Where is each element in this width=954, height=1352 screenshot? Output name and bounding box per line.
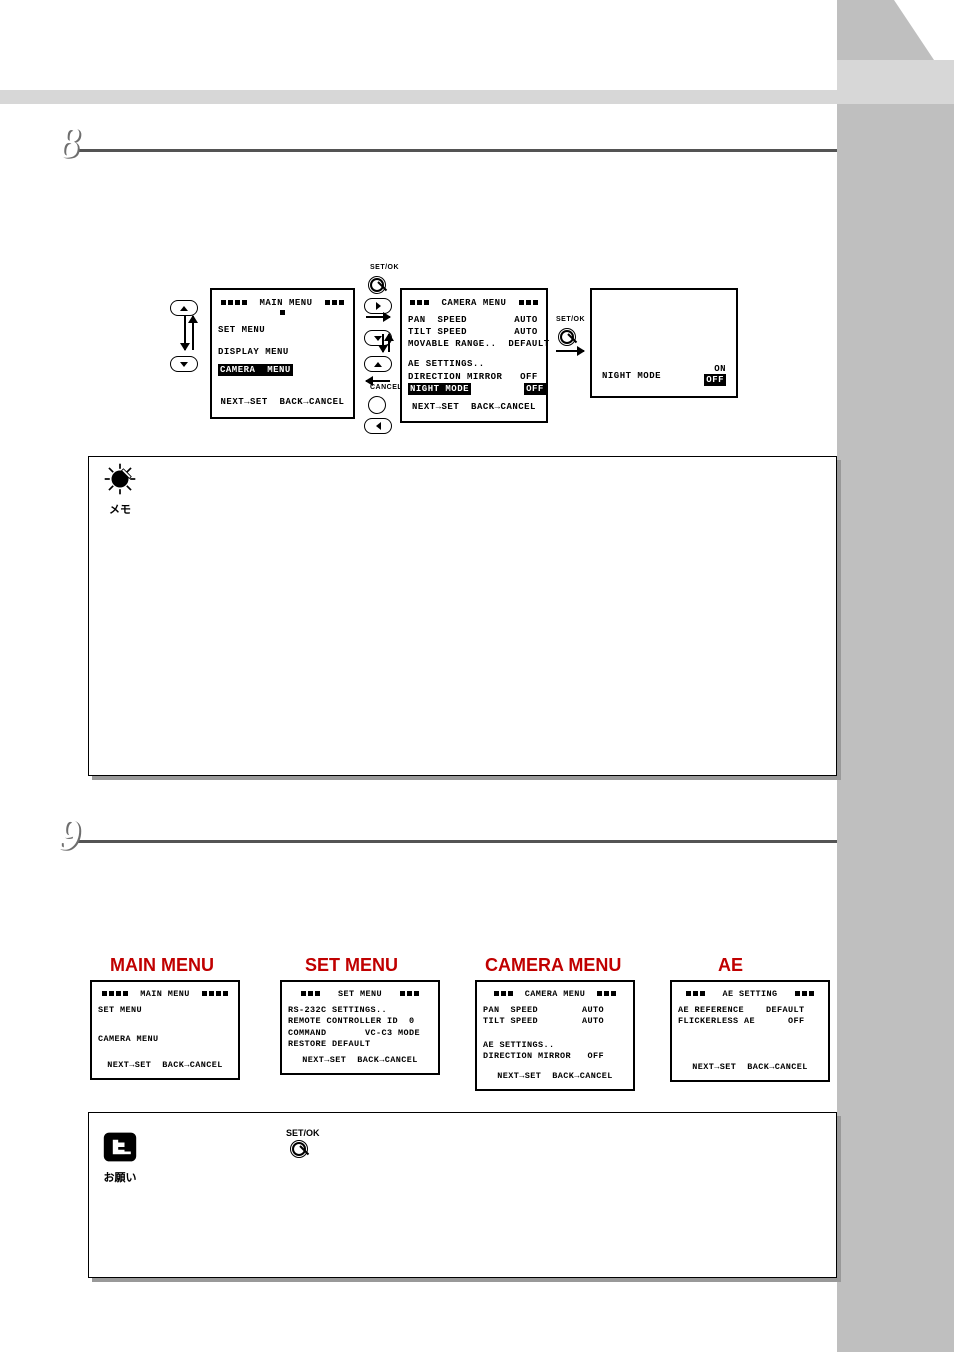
heading-main-menu: MAIN MENU xyxy=(110,955,214,976)
osd-main-menu: MAIN MENU SET MENU DISPLAY MENU CAMERA M… xyxy=(210,288,355,419)
setok-label: SET/OK xyxy=(370,264,399,271)
osd-line: FLICKERLESS AE OFF xyxy=(678,1016,822,1027)
osd-line: TILT SPEED AUTO xyxy=(483,1016,627,1027)
osd-line: OFF xyxy=(704,374,726,386)
osd-title: SET MENU xyxy=(288,989,432,999)
osd-line: NIGHT MODE xyxy=(602,370,661,382)
osd-line: AE REFERENCE DEFAULT xyxy=(678,1005,822,1016)
setok-label: SET/OK xyxy=(556,316,585,323)
osd-line: SET MENU xyxy=(98,1005,232,1016)
cancel-button[interactable] xyxy=(368,396,386,414)
osd-line: AE SETTINGS.. xyxy=(483,1040,627,1051)
osd-line: RESTORE DEFAULT xyxy=(288,1039,432,1050)
arrow-up-icon xyxy=(192,316,194,350)
footer-note xyxy=(88,1112,837,1278)
remote-up-button[interactable] xyxy=(170,300,198,316)
osd-title: CAMERA MENU xyxy=(408,298,540,308)
osd-footer: NEXT→SET BACK→CANCEL xyxy=(288,1055,432,1066)
setok-button-footer[interactable] xyxy=(290,1140,308,1158)
step-number-9: 9 xyxy=(60,810,100,850)
osd-title: CAMERA MENU xyxy=(483,989,627,999)
arrow-up-icon xyxy=(388,334,390,352)
osd-line: TILT SPEED AUTO xyxy=(408,326,540,338)
arrow-right-icon xyxy=(366,316,390,318)
osd-line: REMOTE CONTROLLER ID 0 xyxy=(288,1016,432,1027)
osd-title: MAIN MENU xyxy=(98,989,232,999)
rule-step-9 xyxy=(75,840,837,843)
osd2-set-menu: SET MENU RS-232C SETTINGS.. REMOTE CONTR… xyxy=(280,980,440,1075)
setok-label-footer: SET/OK xyxy=(286,1128,320,1138)
remote-up-button-2[interactable] xyxy=(364,356,392,372)
osd-line: RS-232C SETTINGS.. xyxy=(288,1005,432,1016)
heading-ae: AE xyxy=(718,955,743,976)
osd-title: MAIN MENU xyxy=(218,298,347,318)
osd2-ae-setting: AE SETTING AE REFERENCE DEFAULT FLICKERL… xyxy=(670,980,830,1082)
osd-footer: NEXT→SET BACK→CANCEL xyxy=(98,1060,232,1071)
notice-label: お願い xyxy=(100,1169,140,1185)
osd-footer: NEXT→SET BACK→CANCEL xyxy=(678,1062,822,1073)
osd-line: DIRECTION MIRROR OFF xyxy=(483,1051,627,1062)
remote-left-button[interactable] xyxy=(364,418,392,434)
step-number-8: 8 xyxy=(60,118,100,158)
notice-icon: お願い xyxy=(100,1130,140,1185)
osd-line: DISPLAY MENU xyxy=(218,346,347,358)
osd-title: AE SETTING xyxy=(678,989,822,999)
osd-footer: NEXT→SET BACK→CANCEL xyxy=(483,1071,627,1082)
remote-down-button[interactable] xyxy=(170,356,198,372)
memo-label: メモ xyxy=(100,501,140,517)
osd-line: DIRECTION MIRROR OFF xyxy=(408,371,540,383)
osd-line: SET MENU xyxy=(218,324,347,336)
arrow-down-icon xyxy=(184,316,186,350)
heading-camera-menu: CAMERA MENU xyxy=(485,955,621,976)
osd-line: PAN SPEED AUTO xyxy=(483,1005,627,1016)
osd-camera-menu: CAMERA MENU PAN SPEED AUTO TILT SPEED AU… xyxy=(400,288,548,423)
osd-footer: NEXT→SET BACK→CANCEL xyxy=(218,396,347,408)
osd-line: PAN SPEED AUTO xyxy=(408,314,540,326)
osd-line: COMMAND VC-C3 MODE xyxy=(288,1028,432,1039)
osd-night-mode: NIGHT MODE ON OFF xyxy=(590,288,738,398)
memo-note xyxy=(88,456,837,776)
osd2-main-menu: MAIN MENU SET MENU CAMERA MENU NEXT→SET … xyxy=(90,980,240,1080)
setok-button[interactable] xyxy=(368,276,386,294)
heading-set-menu: SET MENU xyxy=(305,955,398,976)
setok-button-2[interactable] xyxy=(558,328,576,346)
osd-line: CAMERA MENU xyxy=(98,1034,232,1045)
memo-icon: メモ xyxy=(100,462,140,517)
arrow-right-icon xyxy=(556,350,584,352)
osd-footer: NEXT→SET BACK→CANCEL xyxy=(408,401,540,413)
page-corner xyxy=(837,0,954,1352)
osd-line: NIGHT MODE OFF xyxy=(408,383,540,395)
arrow-left-icon xyxy=(366,380,390,382)
osd-line: AE SETTINGS.. xyxy=(408,358,540,370)
rule-step-8 xyxy=(75,149,837,152)
osd-line: MOVABLE RANGE.. DEFAULT xyxy=(408,338,540,350)
top-band xyxy=(0,90,837,104)
osd2-camera-menu: CAMERA MENU PAN SPEED AUTO TILT SPEED AU… xyxy=(475,980,635,1091)
cancel-label: CANCEL xyxy=(370,384,402,391)
osd-line: CAMERA MENU xyxy=(218,364,347,376)
